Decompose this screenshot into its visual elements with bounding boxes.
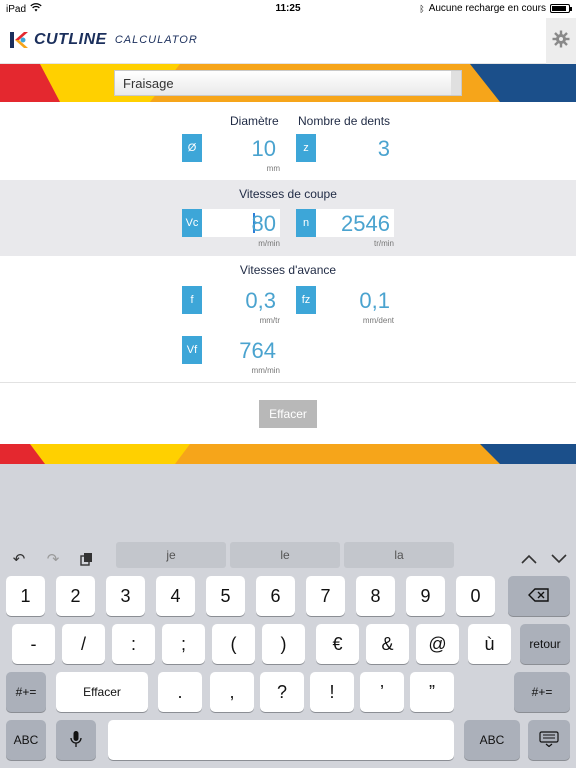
app-header: CUTLINE CALCULATOR	[0, 18, 576, 64]
key-1[interactable]: 1	[6, 576, 45, 616]
dismiss-keyboard-key[interactable]	[528, 720, 570, 760]
key-apostrophe[interactable]: ’	[360, 672, 404, 712]
chevron-up-icon[interactable]	[520, 550, 538, 568]
dents-field[interactable]: z 3	[296, 134, 394, 162]
app-logo: CUTLINE CALCULATOR	[8, 29, 198, 51]
select-caret-icon	[451, 71, 461, 95]
key-u-grave[interactable]: ù	[468, 624, 511, 664]
fz-unit: mm/dent	[362, 316, 394, 325]
mode-select-value: Fraisage	[123, 76, 174, 91]
logo-mark-icon	[8, 29, 30, 51]
mode-select[interactable]: Fraisage	[114, 70, 462, 96]
vf-unit: mm/min	[251, 366, 280, 375]
vc-field[interactable]: Vc 80 m/min	[182, 209, 280, 248]
erase-key[interactable]: Effacer	[56, 672, 148, 712]
status-bar: iPad 11:25 ᛒ Aucune recharge en cours	[0, 0, 576, 18]
logo-subtext: CALCULATOR	[114, 34, 198, 46]
key-question[interactable]: ?	[260, 672, 304, 712]
key-6[interactable]: 6	[256, 576, 295, 616]
bottom-banner	[0, 444, 576, 464]
dents-value: 3	[377, 136, 390, 161]
key-3[interactable]: 3	[106, 576, 145, 616]
f-tag: f	[182, 286, 202, 314]
n-value: 2546	[341, 211, 390, 236]
diametre-value: 10	[251, 136, 276, 161]
fz-field[interactable]: fz 0,1 mm/dent	[296, 286, 394, 325]
key-slash[interactable]: /	[62, 624, 105, 664]
key-comma[interactable]: ,	[210, 672, 254, 712]
suggestion-3[interactable]: la	[344, 542, 454, 568]
dents-tag: z	[296, 134, 316, 162]
gear-icon	[552, 30, 570, 53]
vc-tag: Vc	[182, 209, 202, 237]
vf-field[interactable]: Vf 764 mm/min	[182, 336, 280, 375]
battery-icon	[550, 4, 572, 13]
suggestion-1[interactable]: je	[116, 542, 226, 568]
key-7[interactable]: 7	[306, 576, 345, 616]
fz-value: 0,1	[359, 288, 390, 313]
key-5[interactable]: 5	[206, 576, 245, 616]
clear-button[interactable]: Effacer	[259, 400, 317, 428]
backspace-icon	[528, 587, 550, 605]
key-exclamation[interactable]: !	[310, 672, 354, 712]
n-unit: tr/min	[374, 239, 394, 248]
key-quote[interactable]: ”	[410, 672, 454, 712]
avance-section: Vitesses d'avance f 0,3 mm/tr fz 0,1 mm/…	[0, 256, 576, 382]
space-key[interactable]	[108, 720, 454, 760]
key-paren-open[interactable]: (	[212, 624, 255, 664]
vc-value: 80	[251, 211, 276, 236]
key-euro[interactable]: €	[316, 624, 359, 664]
redo-icon[interactable]: ↷	[44, 550, 62, 568]
f-unit: mm/tr	[259, 316, 280, 325]
keyboard: ↶ ↷ je le la 1 2 3 4 5 6 7 8 9 0 - / : ;…	[0, 534, 576, 768]
empty-area	[0, 464, 576, 534]
abc-key-right[interactable]: ABC	[464, 720, 520, 760]
key-2[interactable]: 2	[56, 576, 95, 616]
key-period[interactable]: .	[158, 672, 202, 712]
paste-icon[interactable]	[78, 550, 96, 568]
return-key[interactable]: retour	[520, 624, 570, 664]
f-field[interactable]: f 0,3 mm/tr	[182, 286, 280, 325]
bluetooth-icon: ᛒ	[419, 3, 425, 14]
tool-section: Diamètre Nombre de dents Ø 10 mm z 3	[0, 102, 576, 180]
n-tag: n	[296, 209, 316, 237]
coupe-section: Vitesses de coupe Vc 80 m/min n 2546 tr/…	[0, 180, 576, 256]
key-dash[interactable]: -	[12, 624, 55, 664]
vc-unit: m/min	[258, 239, 280, 248]
diametre-tag: Ø	[182, 134, 202, 162]
key-4[interactable]: 4	[156, 576, 195, 616]
coupe-title: Vitesses de coupe	[239, 187, 337, 201]
n-field[interactable]: n 2546 tr/min	[296, 209, 394, 248]
suggestion-2[interactable]: le	[230, 542, 340, 568]
f-value: 0,3	[245, 288, 276, 313]
symbols-key-right[interactable]: #+=	[514, 672, 570, 712]
vf-tag: Vf	[182, 336, 202, 364]
diametre-unit: mm	[266, 164, 280, 173]
avance-title: Vitesses d'avance	[239, 263, 337, 277]
key-paren-close[interactable]: )	[262, 624, 305, 664]
vf-value: 764	[239, 338, 276, 363]
key-colon[interactable]: :	[112, 624, 155, 664]
symbols-key-left[interactable]: #+=	[6, 672, 46, 712]
undo-icon[interactable]: ↶	[10, 550, 28, 568]
key-semicolon[interactable]: ;	[162, 624, 205, 664]
fz-tag: fz	[296, 286, 316, 314]
backspace-key[interactable]	[508, 576, 570, 616]
chevron-down-icon[interactable]	[550, 550, 568, 568]
key-8[interactable]: 8	[356, 576, 395, 616]
dictation-key[interactable]	[56, 720, 96, 760]
key-at[interactable]: @	[416, 624, 459, 664]
key-9[interactable]: 9	[406, 576, 445, 616]
key-0[interactable]: 0	[456, 576, 495, 616]
microphone-icon	[70, 730, 82, 751]
keyboard-dismiss-icon	[539, 730, 559, 750]
diametre-label: Diamètre	[230, 114, 279, 128]
charge-status: Aucune recharge en cours	[428, 3, 546, 14]
settings-button[interactable]	[546, 18, 576, 64]
dents-label: Nombre de dents	[298, 114, 391, 128]
key-ampersand[interactable]: &	[366, 624, 409, 664]
abc-key-left[interactable]: ABC	[6, 720, 46, 760]
logo-text: CUTLINE	[34, 31, 107, 48]
diametre-field[interactable]: Ø 10 mm	[182, 134, 280, 173]
